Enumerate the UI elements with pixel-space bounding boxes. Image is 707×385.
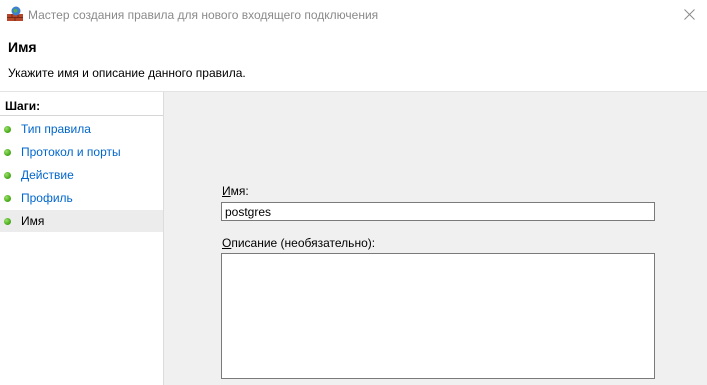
page-subtitle: Укажите имя и описание данного правила. <box>8 66 246 80</box>
window-title: Мастер создания правила для нового входя… <box>28 8 379 22</box>
firewall-icon <box>6 6 24 22</box>
step-label: Тип правила <box>21 122 91 136</box>
steps-divider <box>0 115 163 116</box>
step-item-name[interactable]: Имя <box>0 210 163 232</box>
step-item-rule-type[interactable]: Тип правила <box>0 118 163 140</box>
step-status-icon <box>4 218 11 225</box>
name-label-text: мя: <box>230 184 249 198</box>
step-label: Действие <box>21 168 74 182</box>
wizard-header: Имя Укажите имя и описание данного прави… <box>0 30 707 92</box>
step-label: Протокол и порты <box>21 145 121 159</box>
description-textarea[interactable] <box>221 253 655 379</box>
step-label: Имя <box>21 214 45 228</box>
close-button[interactable] <box>671 0 707 30</box>
wizard-window: Мастер создания правила для нового входя… <box>0 0 707 385</box>
close-icon <box>684 9 695 20</box>
steps-heading: Шаги: <box>5 99 41 113</box>
name-field-label: Имя: <box>222 184 249 198</box>
main-content: Имя: Описание (необязательно): <box>164 92 707 385</box>
step-status-icon <box>4 172 11 179</box>
step-status-icon <box>4 149 11 156</box>
description-label-accelerator: О <box>222 236 232 250</box>
step-status-icon <box>4 126 11 133</box>
title-bar: Мастер создания правила для нового входя… <box>0 0 707 30</box>
step-item-protocol-ports[interactable]: Протокол и порты <box>0 141 163 163</box>
description-field-label: Описание (необязательно): <box>222 236 375 250</box>
step-item-action[interactable]: Действие <box>0 164 163 186</box>
page-title: Имя <box>8 39 37 55</box>
steps-panel: Шаги: Тип правила Протокол и порты Дейст… <box>0 92 164 385</box>
name-label-accelerator: И <box>222 184 231 198</box>
description-label-text: писание (необязательно): <box>231 236 376 250</box>
step-label: Профиль <box>21 191 73 205</box>
step-status-icon <box>4 195 11 202</box>
step-item-profile[interactable]: Профиль <box>0 187 163 209</box>
name-input[interactable] <box>221 202 655 221</box>
